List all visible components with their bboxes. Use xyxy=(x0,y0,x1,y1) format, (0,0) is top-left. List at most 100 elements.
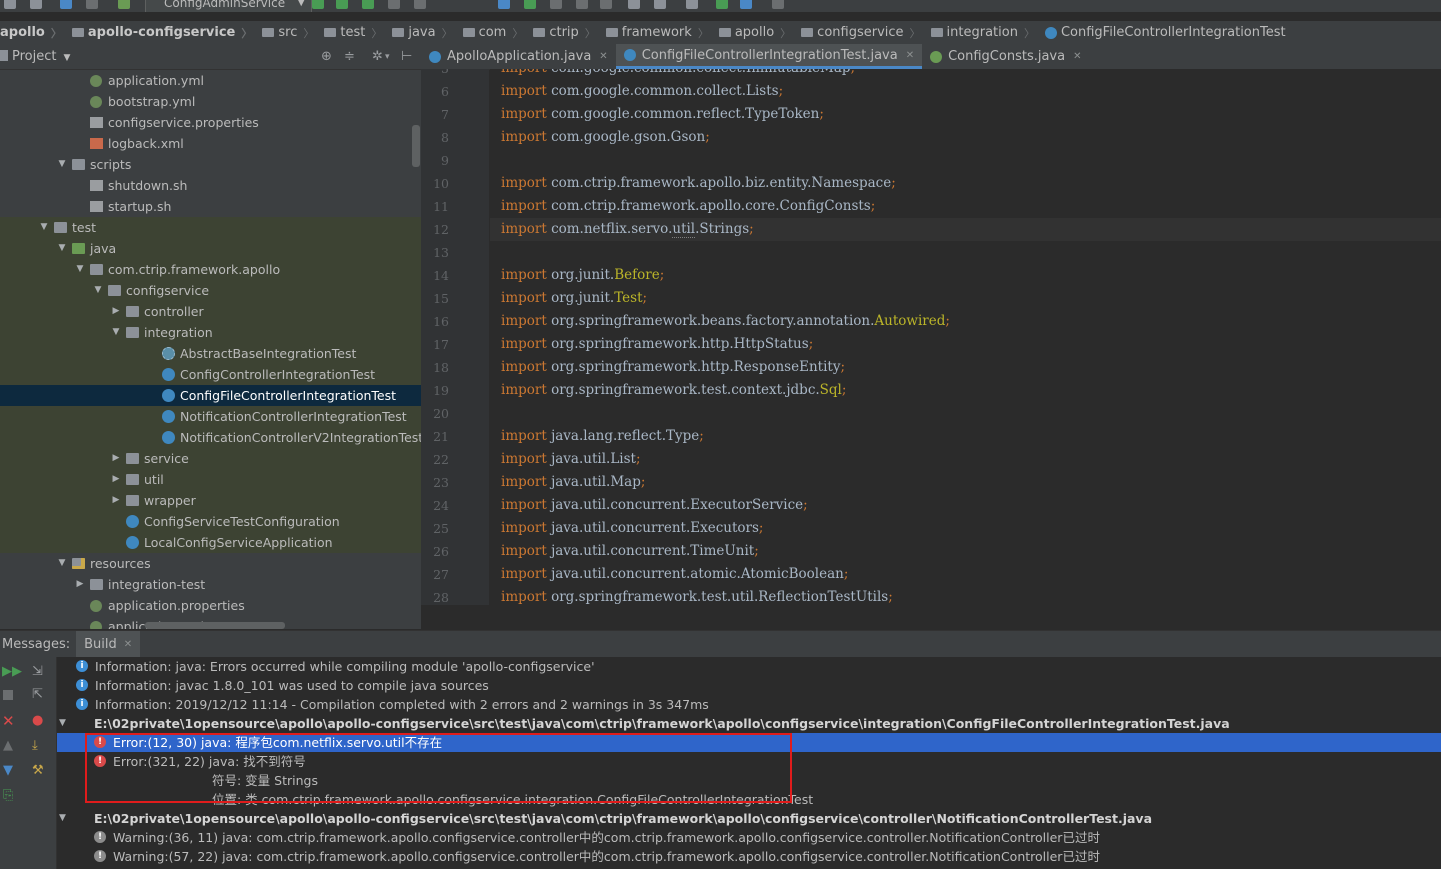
tree-item[interactable]: ▶ util xyxy=(0,469,421,490)
tree-item[interactable]: ▶ integration-test xyxy=(0,574,421,595)
close-icon[interactable]: ✕ xyxy=(599,51,607,62)
back-icon[interactable] xyxy=(60,0,72,9)
breadcrumb-item[interactable]: framework 〉 xyxy=(602,25,715,41)
message-row[interactable]: ! Warning:(57, 22) java: com.ctrip.framew… xyxy=(57,847,1441,866)
breadcrumb-item[interactable]: com 〉 xyxy=(459,25,530,41)
project-tree-horizontal-scrollbar[interactable] xyxy=(145,622,285,629)
collapse-all-icon[interactable]: ⇱ xyxy=(32,688,43,702)
tree-item[interactable]: ▼ resources xyxy=(0,553,421,574)
tree-item[interactable]: startup.sh xyxy=(0,196,421,217)
chevron-right-icon[interactable]: ▶ xyxy=(110,301,122,322)
message-row[interactable]: i Information: java: Errors occurred whil… xyxy=(57,657,1441,676)
vcs-commit-icon[interactable] xyxy=(524,0,536,9)
breadcrumb-item[interactable]: configservice 〉 xyxy=(797,25,926,41)
gear-menu-chevron-icon[interactable]: ▾ xyxy=(385,52,390,62)
breadcrumb-item[interactable]: apollo-configservice 〉 xyxy=(68,25,259,41)
chevron-down-icon[interactable]: ▼ xyxy=(74,259,86,280)
revert-icon[interactable] xyxy=(600,0,612,9)
chevron-right-icon[interactable]: ▶ xyxy=(110,448,122,469)
forward-icon[interactable] xyxy=(86,0,98,9)
chevron-down-icon[interactable]: ▼ xyxy=(59,714,66,733)
no-entry-icon[interactable] xyxy=(740,0,752,9)
stop-icon[interactable] xyxy=(414,0,426,9)
export-text-icon[interactable]: ⎘ xyxy=(3,789,13,803)
chevron-down-icon[interactable]: ▼ xyxy=(38,217,50,238)
sync-icon[interactable] xyxy=(30,0,42,9)
chevron-down-icon[interactable]: ▼ xyxy=(56,553,68,574)
sdk-icon[interactable] xyxy=(686,0,698,9)
breadcrumb-item[interactable]: apollo 〉 xyxy=(715,25,797,41)
message-file-row[interactable]: ▼ E:\02private\1opensource\apollo\apollo-… xyxy=(57,714,1441,733)
settings-icon[interactable] xyxy=(628,0,640,9)
editor-tab[interactable]: ConfigConsts.java ✕ xyxy=(922,44,1089,69)
tree-item[interactable]: configservice.properties xyxy=(0,112,421,133)
chevron-down-icon[interactable]: ▼ xyxy=(56,238,68,259)
tree-item[interactable]: ▶ service xyxy=(0,448,421,469)
save-icon[interactable] xyxy=(4,0,16,9)
chevron-right-icon[interactable]: ▶ xyxy=(74,574,86,595)
tree-item[interactable]: LocalConfigServiceApplication xyxy=(0,532,421,553)
tree-item[interactable]: NotificationControllerIntegrationTest xyxy=(0,406,421,427)
message-row[interactable]: 位置: 类 com.ctrip.framework.apollo.configs… xyxy=(57,790,1441,809)
project-view-selector[interactable]: Project ▼ xyxy=(12,49,70,64)
breadcrumb-item[interactable]: test 〉 xyxy=(320,25,388,41)
message-row[interactable]: 符号: 变量 Strings xyxy=(57,771,1441,790)
chevron-down-icon[interactable]: ▼ xyxy=(59,809,66,828)
tree-item[interactable]: NotificationControllerV2IntegrationTest xyxy=(0,427,421,448)
tree-item[interactable]: application.properties xyxy=(0,595,421,616)
breadcrumb-item[interactable]: java 〉 xyxy=(388,25,458,41)
chevron-right-icon[interactable]: ▶ xyxy=(110,469,122,490)
rerun-icon[interactable]: ▶▶ xyxy=(2,665,22,679)
close-icon[interactable]: ✕ xyxy=(2,714,15,729)
expand-all-icon[interactable]: ⇲ xyxy=(32,665,43,679)
vcs-icon[interactable] xyxy=(716,0,728,9)
tree-item[interactable]: shutdown.sh xyxy=(0,175,421,196)
chevron-right-icon[interactable]: ▶ xyxy=(110,490,122,511)
tree-item[interactable]: ConfigServiceTestConfiguration xyxy=(0,511,421,532)
project-structure-icon[interactable] xyxy=(654,0,666,9)
next-message-icon[interactable]: ▼ xyxy=(3,764,13,778)
tree-item[interactable]: ▼ java xyxy=(0,238,421,259)
breadcrumb-item[interactable]: ConfigFileControllerIntegrationTest xyxy=(1041,25,1292,40)
profile-icon[interactable] xyxy=(388,0,400,9)
tree-item[interactable]: ▼ scripts xyxy=(0,154,421,175)
debug-icon[interactable] xyxy=(336,0,348,9)
previous-message-icon[interactable]: ▲ xyxy=(3,739,13,753)
build-icon[interactable] xyxy=(118,0,130,9)
chevron-down-icon[interactable]: ▼ xyxy=(110,322,122,343)
breadcrumb-item[interactable]: apollo 〉 xyxy=(0,25,68,41)
code-editor[interactable]: import com.google.common.collect.Immutab… xyxy=(490,69,1441,605)
coverage-icon[interactable] xyxy=(362,0,374,9)
chevron-down-icon[interactable]: ▼ xyxy=(56,154,68,175)
hide-panel-icon[interactable]: ⊢ xyxy=(401,49,412,64)
close-icon[interactable]: ✕ xyxy=(906,50,914,61)
locate-file-icon[interactable]: ⊕ xyxy=(321,49,332,64)
vcs-history-icon[interactable] xyxy=(576,0,588,9)
run-icon[interactable] xyxy=(312,0,324,9)
tree-item[interactable]: ▼ configservice xyxy=(0,280,421,301)
tree-item[interactable]: ▼ com.ctrip.framework.apollo xyxy=(0,259,421,280)
export-icon[interactable]: ⤓ xyxy=(32,739,38,753)
tab-build[interactable]: Build ✕ xyxy=(76,631,141,657)
message-row[interactable]: i Information: 2019/12/12 11:14 - Compila… xyxy=(57,695,1441,714)
tree-item[interactable]: ▼ integration xyxy=(0,322,421,343)
chevron-down-icon[interactable]: ▼ xyxy=(92,280,104,301)
wrench-icon[interactable]: ⚒ xyxy=(32,764,44,778)
gear-icon[interactable]: ✲ xyxy=(372,49,383,64)
project-tree-scrollbar[interactable] xyxy=(412,125,420,167)
close-icon[interactable]: ✕ xyxy=(124,639,132,650)
editor-tab[interactable]: ConfigFileControllerIntegrationTest.java… xyxy=(615,44,923,69)
task-icon[interactable] xyxy=(772,0,784,9)
collapse-all-icon[interactable]: ≑ xyxy=(344,49,355,64)
breadcrumb-item[interactable]: integration 〉 xyxy=(927,25,1041,41)
message-row[interactable]: ! Error:(12, 30) java: 程序包com.netflix.ser… xyxy=(57,733,1441,752)
run-configuration-select[interactable]: ConfigAdminService ▼ xyxy=(145,0,313,12)
tree-item[interactable]: ▶ wrapper xyxy=(0,490,421,511)
vcs-update-icon[interactable] xyxy=(498,0,510,9)
filter-errors-icon[interactable]: ● xyxy=(32,714,43,728)
message-file-row[interactable]: ▼ E:\02private\1opensource\apollo\apollo-… xyxy=(57,809,1441,828)
stop-icon[interactable] xyxy=(3,690,13,700)
tree-item[interactable]: ConfigFileControllerIntegrationTest xyxy=(0,385,421,406)
editor-tab[interactable]: ApolloApplication.java ✕ xyxy=(421,44,616,69)
tree-item[interactable]: ▶ controller xyxy=(0,301,421,322)
